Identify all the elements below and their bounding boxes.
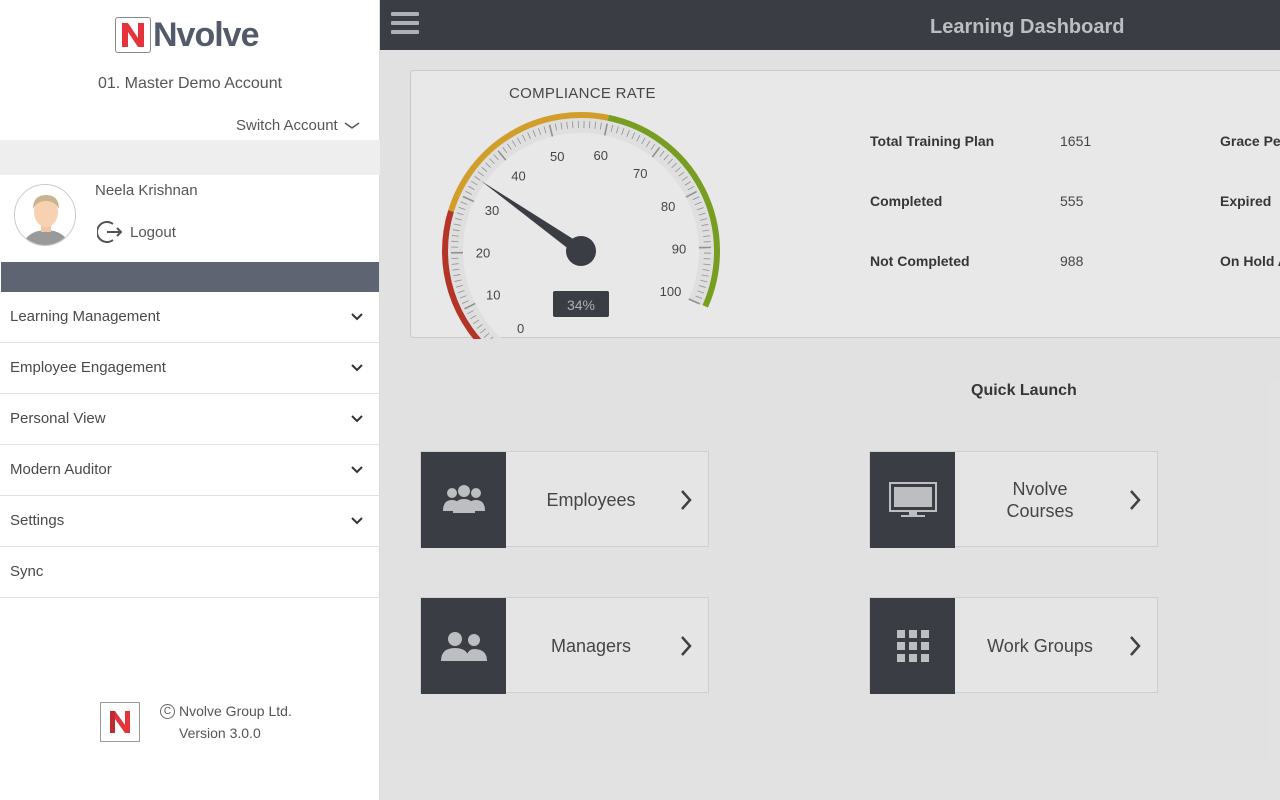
quick-launch-title: Quick Launch [971, 382, 1077, 399]
chevron-down-icon [351, 415, 363, 423]
navigation-drawer: Nvolve 01. Master Demo Account Switch Ac… [0, 0, 380, 800]
page-title: Learning Dashboard [930, 16, 1125, 38]
managers-group-icon [421, 598, 506, 694]
nvolve-logo-mark [115, 17, 151, 53]
monitor-icon [870, 452, 955, 548]
switch-account-label: Switch Account [236, 117, 338, 134]
compliance-card: 0 10 20 30 40 50 60 70 80 90 100 34% COMPLIANCE RA… [410, 70, 1280, 339]
tile-employees[interactable]: Employees [420, 451, 709, 548]
sidebar-item-personal-view[interactable]: Personal View [0, 394, 380, 445]
chevron-down-icon [351, 466, 363, 474]
chevron-down-icon [344, 121, 360, 129]
sidebar-item-label: Modern Auditor [10, 461, 112, 478]
chevron-down-icon [351, 313, 363, 321]
tile-work-groups[interactable]: Work Groups [869, 597, 1158, 694]
compliance-gauge: 0 10 20 30 40 50 60 70 80 90 100 34% [442, 112, 720, 339]
gauge-tick-label: 70 [633, 166, 647, 181]
chevron-down-icon [351, 517, 363, 525]
user-name: Neela Krishnan [95, 182, 198, 199]
account-name: 01. Master Demo Account [97, 75, 283, 92]
avatar [14, 184, 76, 246]
sidebar-item-modern-auditor[interactable]: Modern Auditor [0, 445, 380, 496]
sidebar-item-settings[interactable]: Settings [0, 496, 380, 547]
gauge-tick-label: 80 [661, 199, 675, 214]
footer-copyright: C Nvolve Group Ltd. [160, 703, 292, 719]
top-bar: Learning Dashboard [380, 0, 1280, 50]
chevron-right-icon [681, 636, 692, 656]
stat-label-grace-period: Grace Pe [1220, 133, 1280, 149]
logout-button[interactable]: Logout [97, 219, 176, 245]
gauge-tick-label: 100 [660, 284, 682, 299]
tile-label: Nvolve Courses [1006, 479, 1074, 521]
stat-label-total: Total Training Plan [870, 133, 995, 149]
sidebar-item-learning-management[interactable]: Learning Management [0, 292, 380, 343]
gauge-tick-label: 60 [593, 148, 607, 163]
tile-label: Work Groups [987, 636, 1093, 656]
grid-icon [870, 598, 955, 694]
copyright-icon: C [160, 703, 175, 719]
gauge-minor-tick [703, 241, 711, 243]
stat-value-total: 1651 [1060, 133, 1092, 149]
sidebar-item-sync[interactable]: Sync [0, 547, 380, 598]
footer-logo-icon [100, 702, 140, 742]
hamburger-icon[interactable] [391, 12, 419, 36]
footer-copyright-text: Nvolve Group Ltd. [179, 703, 292, 719]
chevron-right-icon [681, 490, 692, 510]
chevron-down-icon [351, 364, 363, 372]
menu-header-band [1, 262, 379, 292]
tile-label: Employees [546, 490, 636, 510]
gauge-tick-label: 90 [672, 241, 686, 256]
gauge-tick-label: 40 [511, 168, 525, 183]
chevron-right-icon [1130, 636, 1141, 656]
tile-managers[interactable]: Managers [420, 597, 709, 694]
tile-label: Managers [550, 636, 632, 656]
employees-group-icon [421, 452, 506, 548]
tile-nvolve-courses[interactable]: Nvolve Courses [869, 451, 1158, 548]
gauge-tick-label: 20 [476, 245, 490, 260]
stat-label-not-completed: Not Completed [870, 253, 970, 269]
sidebar-item-employee-engagement[interactable]: Employee Engagement [0, 343, 380, 394]
logout-icon [97, 221, 123, 243]
gauge-tick-label: 0 [517, 321, 524, 336]
sidebar-item-label: Settings [10, 512, 65, 529]
sidebar-item-label: Sync [10, 563, 44, 580]
stat-value-completed: 555 [1060, 193, 1084, 209]
section-divider [0, 140, 380, 175]
gauge-minor-tick [451, 240, 459, 243]
sidebar-menu: Learning Management Employee Engagement … [0, 292, 380, 598]
nvolve-logo: Nvolve [115, 15, 259, 54]
nvolve-logo-text: Nvolve [153, 15, 259, 54]
footer-version: Version 3.0.0 [179, 725, 261, 741]
compliance-title: COMPLIANCE RATE [509, 85, 656, 102]
gauge-readout: 34% [567, 297, 595, 313]
sidebar-item-label: Personal View [10, 410, 106, 427]
gauge-tick-label: 50 [550, 149, 564, 164]
stat-label-expired: Expired [1220, 193, 1272, 209]
stat-value-not-completed: 988 [1060, 253, 1084, 269]
logout-label: Logout [130, 223, 176, 241]
gauge-hub [566, 236, 596, 266]
sidebar-item-label: Employee Engagement [10, 359, 166, 376]
stat-label-on-hold: On Hold A [1220, 253, 1280, 269]
main-content: Learning Dashboard 0 10 20 30 40 50 60 70 80 90 10… [380, 0, 1280, 800]
sidebar-item-label: Learning Management [10, 308, 161, 325]
gauge-tick-label: 30 [485, 203, 499, 218]
stat-label-completed: Completed [870, 193, 943, 209]
chevron-right-icon [1130, 490, 1141, 510]
switch-account-button[interactable]: Switch Account [236, 117, 360, 134]
gauge-tick-label: 10 [486, 288, 500, 303]
